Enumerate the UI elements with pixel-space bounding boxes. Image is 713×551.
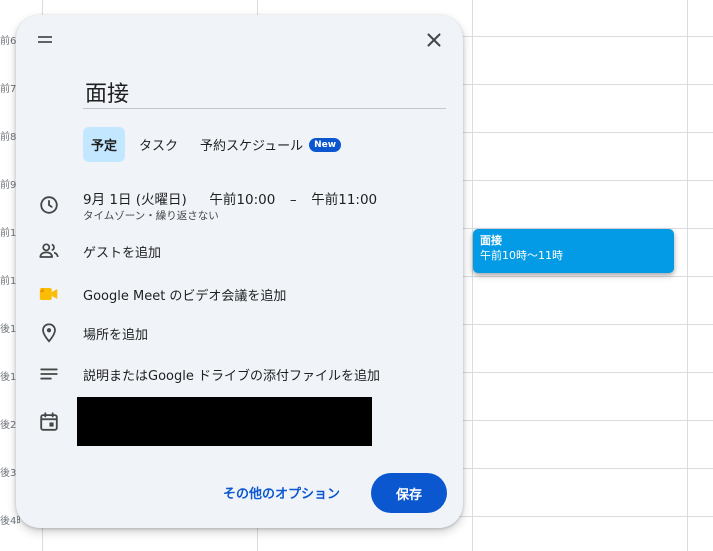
notes-icon — [40, 368, 58, 380]
event-type-tabs: 予定 タスク 予約スケジュール New — [83, 127, 355, 162]
event-end-time[interactable]: 午前11:00 — [311, 192, 377, 208]
more-options-button[interactable]: その他のオプション — [223, 483, 340, 502]
close-icon — [427, 33, 441, 47]
datetime-text[interactable]: 9月 1日 (火曜日) 午前10:00 – 午前11:00 — [83, 188, 377, 208]
drag-handle-icon[interactable] — [38, 35, 52, 45]
close-button[interactable] — [423, 29, 445, 51]
save-button[interactable]: 保存 — [371, 473, 447, 513]
event-chip[interactable]: 面接 午前10時～11時 — [473, 229, 674, 273]
tab-event[interactable]: 予定 — [83, 127, 126, 162]
time-separator: – — [289, 192, 297, 208]
people-icon — [39, 243, 59, 258]
add-description-text[interactable]: 説明またはGoogle ドライブの添付ファイルを追加 — [83, 365, 380, 384]
redacted-calendar-name — [77, 397, 372, 446]
event-title-input[interactable] — [83, 75, 446, 109]
tab-task[interactable]: タスク — [131, 127, 186, 162]
day-column-divider — [472, 0, 473, 551]
add-guests-text[interactable]: ゲストを追加 — [83, 242, 161, 261]
google-meet-icon — [39, 288, 58, 300]
tab-label: タスク — [139, 139, 179, 154]
timezone-repeat-text[interactable]: タイムゾーン・繰り返さない — [83, 208, 219, 223]
event-quick-create-dialog: 予定 タスク 予約スケジュール New 9月 1日 (火曜日) 午前10:00 … — [16, 15, 463, 528]
calendar-icon — [40, 412, 58, 431]
tab-appointment-schedule[interactable]: 予約スケジュール New — [192, 127, 349, 162]
day-column-divider — [687, 0, 688, 551]
add-meet-text[interactable]: Google Meet のビデオ会議を追加 — [83, 285, 286, 304]
new-badge: New — [309, 137, 342, 152]
event-chip-time: 午前10時～11時 — [480, 249, 563, 262]
add-location-text[interactable]: 場所を追加 — [83, 324, 148, 343]
location-pin-icon — [42, 323, 56, 343]
event-start-time[interactable]: 午前10:00 — [209, 192, 275, 208]
tab-label: 予定 — [91, 139, 118, 154]
clock-icon — [40, 196, 58, 214]
event-chip-title: 面接 — [480, 234, 502, 247]
time-label: 後4時 — [0, 516, 20, 527]
event-date[interactable]: 9月 1日 (火曜日) — [83, 192, 187, 208]
tab-label: 予約スケジュール — [200, 139, 304, 154]
